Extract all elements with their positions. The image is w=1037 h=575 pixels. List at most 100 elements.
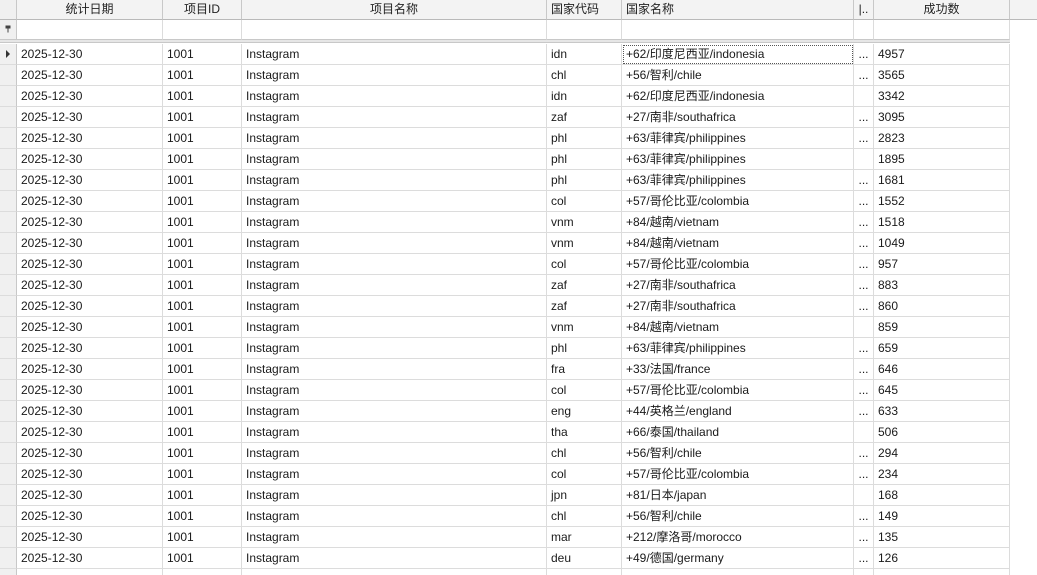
cell-project-id[interactable]: 1001 xyxy=(163,464,242,485)
cell-empty[interactable] xyxy=(0,569,17,575)
cell-country-code[interactable]: col xyxy=(547,191,622,212)
column-header-success-count[interactable]: 成功数 xyxy=(874,0,1010,20)
cell-project-id[interactable]: 1001 xyxy=(163,527,242,548)
cell-success-count[interactable]: 506 xyxy=(874,422,1010,443)
cell-country-code[interactable]: phl xyxy=(547,128,622,149)
cell-project-id[interactable]: 1001 xyxy=(163,338,242,359)
cell-project-name[interactable]: Instagram xyxy=(242,317,547,338)
cell-project-name[interactable]: Instagram xyxy=(242,275,547,296)
cell-empty[interactable] xyxy=(874,569,1010,575)
row-indicator[interactable] xyxy=(0,338,17,359)
cell-success-count[interactable]: 234 xyxy=(874,464,1010,485)
row-indicator-header[interactable] xyxy=(0,0,17,20)
cell-country-code[interactable]: phl xyxy=(547,149,622,170)
cell-project-id[interactable]: 1001 xyxy=(163,65,242,86)
cell-country-code[interactable]: jpn xyxy=(547,485,622,506)
table-row[interactable]: 2025-12-30 1001 Instagram phl +63/菲律宾/philip… xyxy=(0,149,1010,170)
cell-project-id[interactable]: 1001 xyxy=(163,128,242,149)
cell-truncated[interactable]: ... xyxy=(854,44,874,65)
cell-project-name[interactable]: Instagram xyxy=(242,128,547,149)
cell-date[interactable]: 2025-12-30 xyxy=(17,401,163,422)
cell-truncated[interactable]: ... xyxy=(854,128,874,149)
row-indicator[interactable] xyxy=(0,212,17,233)
cell-date[interactable]: 2025-12-30 xyxy=(17,128,163,149)
data-grid[interactable]: 统计日期 项目ID 项目名称 国家代码 国家名称 |.. 成功数 2025-12… xyxy=(0,0,1037,575)
row-indicator[interactable] xyxy=(0,506,17,527)
cell-date[interactable]: 2025-12-30 xyxy=(17,149,163,170)
cell-truncated[interactable]: ... xyxy=(854,107,874,128)
cell-project-id[interactable]: 1001 xyxy=(163,401,242,422)
cell-country-name[interactable]: +212/摩洛哥/morocco xyxy=(622,527,854,548)
cell-success-count[interactable]: 3565 xyxy=(874,65,1010,86)
cell-country-name[interactable]: +33/法国/france xyxy=(622,359,854,380)
table-row[interactable]: 2025-12-30 1001 Instagram vnm +84/越南/vietnam… xyxy=(0,212,1010,233)
cell-project-id[interactable]: 1001 xyxy=(163,107,242,128)
cell-project-name[interactable]: Instagram xyxy=(242,170,547,191)
cell-project-name[interactable]: Instagram xyxy=(242,506,547,527)
cell-country-name[interactable]: +63/菲律宾/philippines xyxy=(622,128,854,149)
cell-success-count[interactable]: 646 xyxy=(874,359,1010,380)
cell-truncated[interactable]: ... xyxy=(854,359,874,380)
cell-country-name[interactable]: +27/南非/southafrica xyxy=(622,296,854,317)
cell-project-id[interactable]: 1001 xyxy=(163,422,242,443)
cell-date[interactable]: 2025-12-30 xyxy=(17,170,163,191)
cell-truncated[interactable]: ... xyxy=(854,443,874,464)
cell-project-id[interactable]: 1001 xyxy=(163,212,242,233)
cell-success-count[interactable]: 1049 xyxy=(874,233,1010,254)
table-row[interactable]: 2025-12-30 1001 Instagram zaf +27/南非/southaf… xyxy=(0,107,1010,128)
table-row[interactable]: 2025-12-30 1001 Instagram fra +33/法国/france.… xyxy=(0,359,1010,380)
cell-project-name[interactable]: Instagram xyxy=(242,443,547,464)
cell-project-name[interactable]: Instagram xyxy=(242,254,547,275)
cell-success-count[interactable]: 1681 xyxy=(874,170,1010,191)
cell-project-id[interactable]: 1001 xyxy=(163,380,242,401)
cell-date[interactable]: 2025-12-30 xyxy=(17,65,163,86)
row-indicator[interactable] xyxy=(0,149,17,170)
column-header-date[interactable]: 统计日期 xyxy=(17,0,163,20)
cell-truncated[interactable]: ... xyxy=(854,401,874,422)
table-row[interactable]: 2025-12-30 1001 Instagram col +57/哥伦比亚/colom… xyxy=(0,380,1010,401)
cell-country-code[interactable]: zaf xyxy=(547,275,622,296)
cell-country-code[interactable]: idn xyxy=(547,86,622,107)
column-header-truncated[interactable]: |.. xyxy=(854,0,874,20)
cell-country-name[interactable]: +27/南非/southafrica xyxy=(622,275,854,296)
cell-success-count[interactable]: 294 xyxy=(874,443,1010,464)
cell-country-name[interactable]: +63/菲律宾/philippines xyxy=(622,338,854,359)
cell-country-code[interactable]: zaf xyxy=(547,107,622,128)
cell-country-code[interactable]: phl xyxy=(547,338,622,359)
cell-date[interactable]: 2025-12-30 xyxy=(17,359,163,380)
cell-empty[interactable] xyxy=(854,569,874,575)
cell-empty[interactable] xyxy=(17,569,163,575)
cell-country-code[interactable]: vnm xyxy=(547,233,622,254)
cell-success-count[interactable]: 859 xyxy=(874,317,1010,338)
cell-project-id[interactable]: 1001 xyxy=(163,506,242,527)
cell-empty[interactable] xyxy=(163,569,242,575)
cell-country-name[interactable]: +57/哥伦比亚/colombia xyxy=(622,191,854,212)
filter-cell-country-name[interactable] xyxy=(622,20,854,40)
cell-truncated[interactable]: ... xyxy=(854,191,874,212)
auto-filter-row[interactable] xyxy=(0,20,1010,40)
row-indicator[interactable] xyxy=(0,296,17,317)
row-indicator[interactable] xyxy=(0,128,17,149)
cell-project-name[interactable]: Instagram xyxy=(242,422,547,443)
cell-project-id[interactable]: 1001 xyxy=(163,485,242,506)
table-row[interactable]: 2025-12-30 1001 Instagram tha +66/泰国/thailan… xyxy=(0,422,1010,443)
column-header-project-id[interactable]: 项目ID xyxy=(163,0,242,20)
cell-country-name[interactable]: +62/印度尼西亚/indonesia xyxy=(622,44,854,65)
cell-country-code[interactable]: chl xyxy=(547,443,622,464)
table-row[interactable]: 2025-12-30 1001 Instagram chl +56/智利/chile..… xyxy=(0,65,1010,86)
cell-country-name[interactable]: +84/越南/vietnam xyxy=(622,317,854,338)
cell-success-count[interactable]: 659 xyxy=(874,338,1010,359)
cell-date[interactable]: 2025-12-30 xyxy=(17,275,163,296)
cell-project-id[interactable]: 1001 xyxy=(163,359,242,380)
filter-cell-date[interactable] xyxy=(17,20,163,40)
cell-truncated[interactable]: ... xyxy=(854,212,874,233)
row-indicator[interactable] xyxy=(0,170,17,191)
cell-date[interactable]: 2025-12-30 xyxy=(17,233,163,254)
cell-country-code[interactable]: fra xyxy=(547,359,622,380)
cell-success-count[interactable]: 860 xyxy=(874,296,1010,317)
cell-truncated[interactable] xyxy=(854,317,874,338)
table-row[interactable]: 2025-12-30 1001 Instagram phl +63/菲律宾/philip… xyxy=(0,338,1010,359)
row-indicator[interactable] xyxy=(0,107,17,128)
table-row[interactable]: 2025-12-30 1001 Instagram mar +212/摩洛哥/moroc… xyxy=(0,527,1010,548)
cell-project-id[interactable]: 1001 xyxy=(163,191,242,212)
